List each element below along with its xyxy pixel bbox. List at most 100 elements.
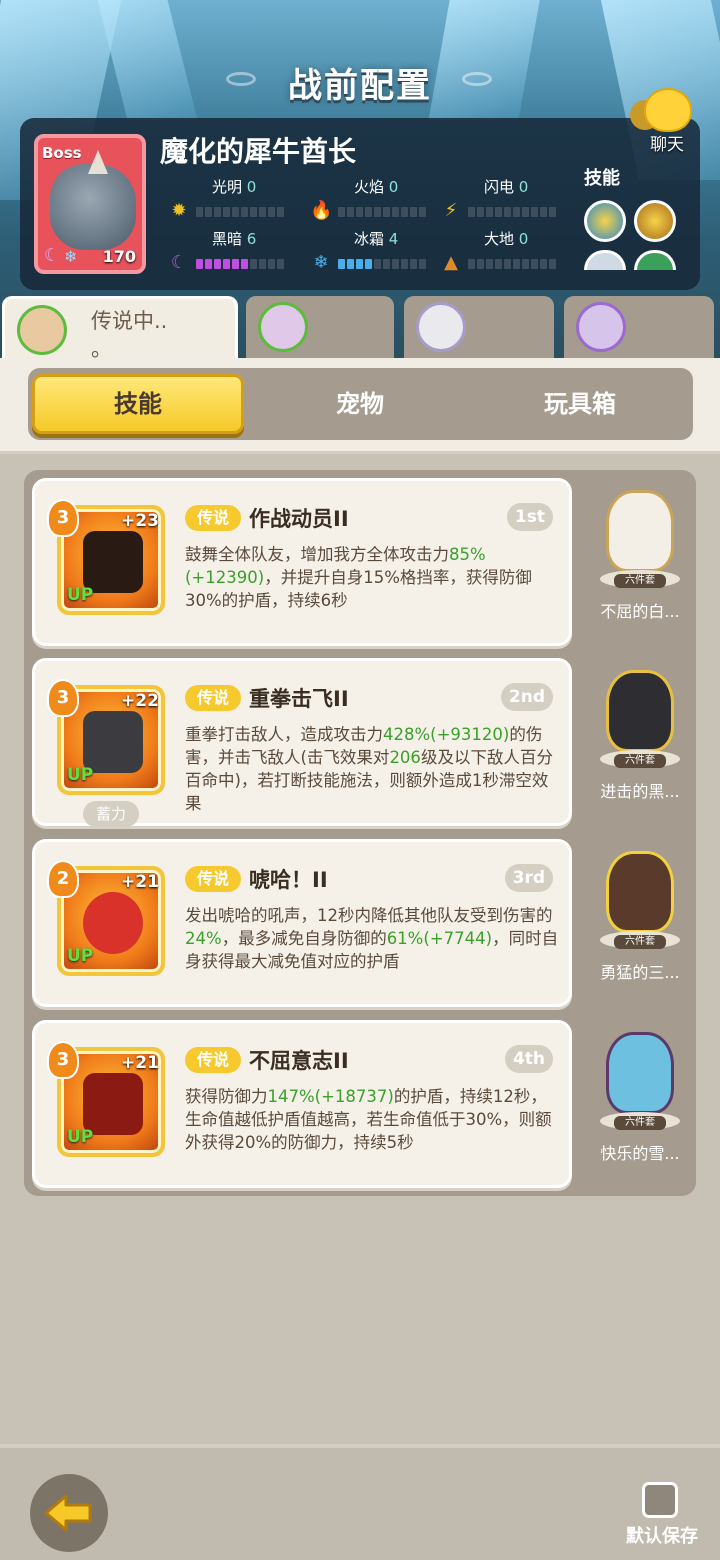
charge-badge: 蓄力 <box>83 801 139 827</box>
element-bar-segment <box>495 207 502 217</box>
element-bar-segment <box>365 207 372 217</box>
skill-card[interactable]: 2 +21 UP 传说 唬哈！II 3rd 发出唬哈的吼声，12秒内降低其他队友… <box>32 839 572 1007</box>
element-bar-segment <box>205 207 212 217</box>
element-bar-segment <box>468 207 475 217</box>
boss-skill-icon[interactable] <box>584 200 626 242</box>
pet-figure <box>606 1032 674 1114</box>
page-title: 战前配置 <box>288 66 432 106</box>
skill-description: 获得防御力147%(+18737)的护盾，持续12秒，生命值越低护盾值越高，若生… <box>185 1085 561 1154</box>
chat-button[interactable]: 聊天 <box>630 88 700 155</box>
title-swirl-right <box>462 72 492 86</box>
skill-level-badge: 3 <box>47 679 79 717</box>
element-label: 大地 <box>484 230 515 248</box>
element-bar-segment <box>241 259 248 269</box>
element-value: 0 <box>388 178 399 196</box>
element-bar-segment <box>522 207 529 217</box>
back-button[interactable] <box>30 1474 108 1552</box>
element-bar <box>338 259 426 269</box>
element-bar-segment <box>277 259 284 269</box>
pet-name: 快乐的雪... <box>600 1144 680 1163</box>
desc-text: ，最多减免自身防御的 <box>221 929 387 948</box>
footer-bar: 默认保存 <box>0 1444 720 1560</box>
element-value: 0 <box>518 230 529 248</box>
upgrade-indicator: UP <box>67 585 94 605</box>
element-bar-segment <box>383 207 390 217</box>
team-tab-2[interactable] <box>246 296 394 358</box>
boss-skill-icon[interactable] <box>634 200 676 242</box>
pet-slot[interactable]: 六件套 勇猛的三... <box>592 841 688 1007</box>
element-bar-segment <box>347 259 354 269</box>
tab-pets[interactable]: 宠物 <box>254 374 466 434</box>
skill-glyph <box>83 892 143 954</box>
boss-skills-label: 技能 <box>584 168 620 189</box>
element-bar-segment <box>338 259 345 269</box>
pet-name: 进击的黑... <box>600 782 680 801</box>
element-bar-segment <box>410 207 417 217</box>
element-bar-segment <box>374 207 381 217</box>
desc-highlight: 428%(+93120) <box>383 725 510 744</box>
desc-text: 发出唬哈的吼声，12秒内降低其他队友受到伤害的 <box>185 906 553 925</box>
skill-card[interactable]: 3 +23 UP 传说 作战动员II 1st 鼓舞全体队友，增加我方全体攻击力8… <box>32 478 572 646</box>
default-save-checkbox[interactable] <box>642 1482 678 1518</box>
upgrade-indicator: UP <box>67 1127 94 1147</box>
boss-name: 魔化的犀牛酋长 <box>160 135 357 168</box>
pet-slot[interactable]: 六件套 不屈的白... <box>592 480 688 646</box>
pet-name: 不屈的白... <box>600 602 680 621</box>
element-bar-segment <box>495 259 502 269</box>
element-bar-segment <box>468 259 475 269</box>
element-value: 4 <box>388 230 399 248</box>
skill-card[interactable]: 3 +21 UP 传说 不屈意志II 4th 获得防御力147%(+18737)… <box>32 1020 572 1188</box>
element-bar-segment <box>223 259 230 269</box>
element-bar-segment <box>419 259 426 269</box>
element-bar-segment <box>214 259 221 269</box>
snowflake-icon: ❄ <box>313 252 329 273</box>
skill-name: 不屈意志II <box>249 1049 349 1073</box>
element-bar-segment <box>477 259 484 269</box>
pet-figure <box>606 851 674 933</box>
pet-slot[interactable]: 六件套 进击的黑... <box>592 660 688 826</box>
element-bar-segment <box>268 259 275 269</box>
element-bar-segment <box>232 259 239 269</box>
desc-highlight: 147%(+18737) <box>267 1087 394 1106</box>
boss-portrait[interactable]: Boss ☾ ❄ 170 <box>34 134 146 274</box>
skill-card[interactable]: 3 +22 UP 蓄力 传说 重拳击飞II 2nd 重拳打击敌人，造成攻击力42… <box>32 658 572 827</box>
element-bar-segment <box>241 207 248 217</box>
skill-rank: 3rd <box>504 864 553 892</box>
boss-skill-icon[interactable] <box>584 250 626 270</box>
element-bar-segment <box>392 259 399 269</box>
element-bar-segment <box>347 207 354 217</box>
moon-icon: ☾ <box>44 245 61 266</box>
lightning-icon: ⚡ <box>444 200 458 221</box>
pet-name: 勇猛的三... <box>600 963 680 982</box>
flame-icon: 🔥 <box>310 200 333 221</box>
rhino-horn <box>88 150 108 174</box>
team-tab-4[interactable] <box>564 296 714 358</box>
skill-rank: 4th <box>504 1045 553 1073</box>
skill-name: 唬哈！II <box>249 868 328 892</box>
back-arrow-icon <box>44 1494 92 1532</box>
element-bar-segment <box>338 207 345 217</box>
tab-toybox[interactable]: 玩具箱 <box>474 374 686 434</box>
tab-skills[interactable]: 技能 <box>32 374 244 434</box>
element-bar-segment <box>419 207 426 217</box>
element-bar-segment <box>392 207 399 217</box>
element-value: 0 <box>518 178 529 196</box>
moon-icon: ☾ <box>170 252 188 273</box>
element-bar-segment <box>259 259 266 269</box>
element-bar <box>196 259 284 269</box>
boss-skill-icon[interactable] <box>634 250 676 270</box>
skill-description: 重拳打击敌人，造成攻击力428%(+93120)的伤害，并击飞敌人(击飞效果对2… <box>185 723 561 815</box>
team-tab-3[interactable] <box>404 296 554 358</box>
element-bar-segment <box>513 207 520 217</box>
element-label: 黑暗 <box>212 230 243 248</box>
element-bar-segment <box>196 207 203 217</box>
rhino-face <box>50 164 136 250</box>
desc-text: 鼓舞全体队友，增加我方全体攻击力 <box>185 545 449 564</box>
team-tab-1[interactable]: 传说中.. 。 <box>2 296 238 361</box>
element-bar-segment <box>374 259 381 269</box>
element-bar-segment <box>232 207 239 217</box>
element-bar-segment <box>214 207 221 217</box>
pet-slot[interactable]: 六件套 快乐的雪... <box>592 1022 688 1188</box>
boss-level: 170 <box>102 247 136 266</box>
pet-set-tag: 六件套 <box>614 754 666 768</box>
